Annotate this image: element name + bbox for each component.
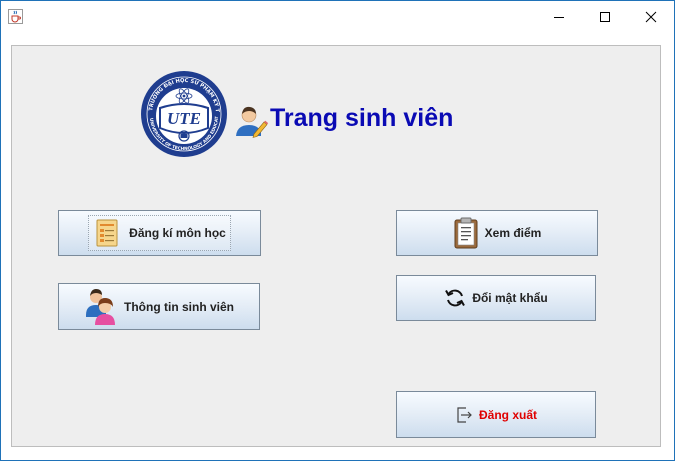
close-button[interactable] [628, 1, 674, 33]
form-document-icon [96, 219, 118, 247]
page-title: Trang sinh viên [270, 104, 454, 132]
register-focus-box: Đăng kí môn học [88, 215, 231, 251]
title-bar[interactable] [1, 1, 674, 33]
change-password-button[interactable]: Đổi mật khẩu [396, 275, 596, 321]
register-course-button[interactable]: Đăng kí môn học [58, 210, 261, 256]
maximize-icon [600, 12, 610, 22]
svg-text:UTE: UTE [167, 109, 201, 128]
logout-button[interactable]: Đăng xuất [396, 391, 596, 438]
view-grades-button[interactable]: Xem điểm [396, 210, 598, 256]
change-password-label: Đổi mật khẩu [472, 291, 548, 305]
maximize-button[interactable] [582, 1, 628, 33]
view-grades-label: Xem điểm [484, 226, 542, 240]
exit-icon [457, 406, 472, 423]
java-cup-icon [8, 9, 23, 24]
minimize-button[interactable] [536, 1, 582, 33]
student-edit-icon [236, 106, 269, 138]
main-panel: TRƯỜNG ĐẠI HỌC SƯ PHẠM KỸ THUẬT UNIVERSI… [11, 45, 661, 447]
application-window: TRƯỜNG ĐẠI HỌC SƯ PHẠM KỸ THUẬT UNIVERSI… [0, 0, 675, 461]
university-logo: TRƯỜNG ĐẠI HỌC SƯ PHẠM KỸ THUẬT UNIVERSI… [140, 70, 227, 157]
clipboard-icon [454, 217, 478, 249]
student-info-label: Thông tin sinh viên [124, 299, 234, 314]
users-icon [86, 288, 115, 325]
refresh-icon [445, 289, 466, 307]
student-info-button[interactable]: Thông tin sinh viên [58, 283, 260, 330]
register-course-label: Đăng kí môn học [129, 226, 226, 240]
close-icon [645, 11, 657, 23]
minimize-icon [554, 17, 564, 18]
client-area: TRƯỜNG ĐẠI HỌC SƯ PHẠM KỸ THUẬT UNIVERSI… [1, 33, 674, 460]
logout-label: Đăng xuất [478, 407, 537, 422]
